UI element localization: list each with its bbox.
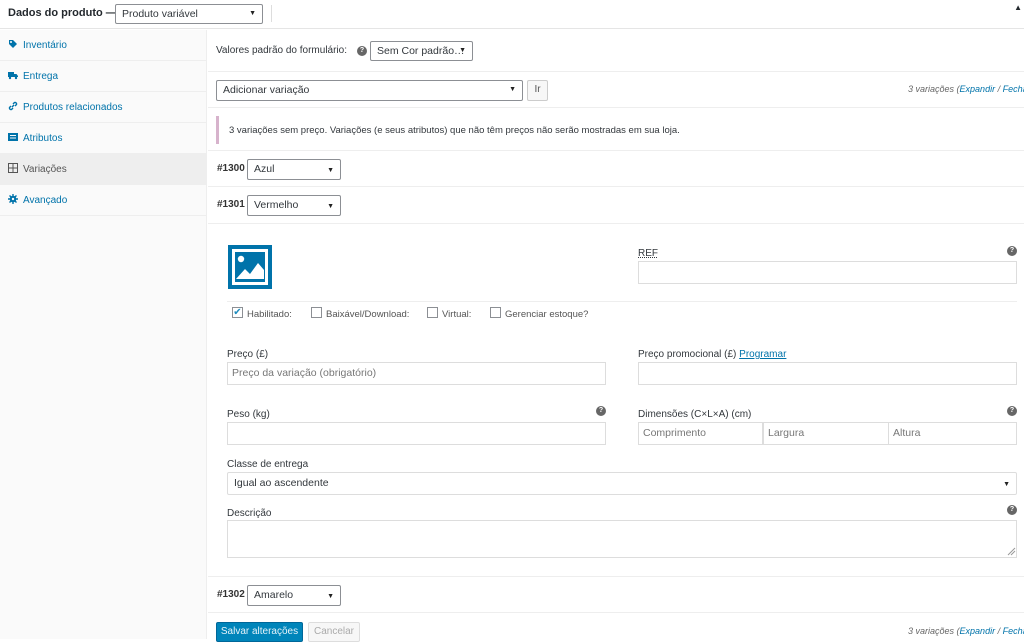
price-input[interactable]: Preço da variação (obrigatório) [227, 362, 606, 385]
shipping-class-select[interactable]: Igual ao ascendente ▼ [227, 472, 1017, 495]
weight-input[interactable] [227, 422, 606, 445]
help-icon[interactable]: ? [1007, 406, 1017, 416]
sale-price-label: Preço promocional (£) [638, 349, 737, 360]
sale-price-label-wrap: Preço promocional (£) Programar [638, 349, 786, 360]
truck-icon [8, 70, 18, 80]
header-divider [271, 5, 272, 22]
sidebar-item-label: Avançado [23, 195, 68, 206]
sidebar-item-shipping[interactable]: Entrega [0, 61, 207, 92]
variations-count-footer: 3 variações (Expandir / Fechar) [908, 626, 1024, 636]
product-data-tabs: Inventário Entrega Produtos relacionados… [0, 30, 207, 639]
dimensions-label: Dimensões (C×L×A) (cm) [638, 409, 752, 420]
options-divider [227, 301, 1017, 302]
manage-stock-label: Gerenciar estoque? [505, 309, 589, 320]
sidebar-item-label: Atributos [23, 133, 63, 144]
expand-close-separator: / [997, 626, 1001, 636]
description-label: Descrição [227, 508, 272, 519]
image-placeholder-icon[interactable] [228, 245, 272, 289]
shipping-class-value: Igual ao ascendente [234, 477, 329, 489]
schedule-link[interactable]: Programar [739, 349, 786, 360]
width-input[interactable]: Largura [763, 422, 889, 445]
enabled-label: Habilitado: [247, 309, 292, 320]
product-type-value: Produto variável [122, 8, 198, 20]
tag-icon [8, 39, 18, 49]
product-data-title: Dados do produto — [8, 7, 117, 19]
manage-stock-checkbox[interactable] [490, 307, 501, 318]
variations-count: 3 variações (Expandir / Fechar) [908, 84, 1024, 94]
sidebar-item-variations[interactable]: Variações [0, 154, 207, 185]
variations-count-text: 3 variações [908, 84, 955, 94]
height-input[interactable]: Altura [888, 422, 1017, 445]
help-icon[interactable]: ? [596, 406, 606, 416]
sidebar-item-advanced[interactable]: Avançado [0, 185, 207, 216]
variation-color-value: Azul [254, 163, 275, 175]
list-icon [8, 132, 18, 142]
sidebar-item-inventory[interactable]: Inventário [0, 30, 207, 61]
chevron-down-icon: ▼ [327, 593, 334, 600]
variation-id: #1302 [217, 589, 245, 600]
variation-id: #1300 [217, 163, 245, 174]
price-label: Preço (£) [227, 349, 269, 360]
cancel-button[interactable]: Cancelar [308, 622, 360, 642]
sku-label: REF [638, 248, 658, 259]
chevron-down-icon: ▼ [459, 47, 466, 54]
add-variation-select[interactable]: Adicionar variação ▼ [216, 80, 523, 101]
sidebar-item-label: Produtos relacionados [23, 102, 123, 113]
expand-close-separator: / [997, 84, 1001, 94]
grid-icon [8, 163, 18, 173]
variation-color-select[interactable]: Vermelho ▼ [247, 195, 341, 216]
variations-count-text: 3 variações [908, 626, 955, 636]
go-button[interactable]: Ir [527, 80, 548, 101]
help-icon[interactable]: ? [1007, 246, 1017, 256]
notice-text: 3 variações sem preço. Variações (e seus… [229, 125, 680, 136]
close-all-link[interactable]: Fechar [1003, 626, 1024, 636]
description-textarea[interactable] [227, 520, 1017, 558]
virtual-label: Virtual: [442, 309, 472, 320]
variation-id: #1301 [217, 199, 245, 210]
sku-input[interactable] [638, 261, 1017, 284]
expand-all-link[interactable]: Expandir [960, 84, 996, 94]
close-all-link[interactable]: Fechar [1003, 84, 1024, 94]
resize-handle-icon[interactable] [1007, 547, 1016, 556]
default-color-value: Sem Cor padrão… [377, 45, 465, 57]
downloadable-checkbox[interactable] [311, 307, 322, 318]
default-color-select[interactable]: Sem Cor padrão… ▼ [370, 41, 473, 61]
sale-price-input[interactable] [638, 362, 1017, 385]
sidebar-item-linked-products[interactable]: Produtos relacionados [0, 92, 207, 123]
gear-icon [8, 194, 18, 204]
help-icon[interactable]: ? [357, 46, 367, 56]
add-variation-value: Adicionar variação [223, 84, 310, 96]
weight-label: Peso (kg) [227, 409, 270, 420]
default-values-label: Valores padrão do formulário: [216, 45, 347, 56]
enabled-checkbox[interactable]: ✔ [232, 307, 243, 318]
chevron-down-icon: ▼ [327, 203, 334, 210]
no-price-notice: 3 variações sem preço. Variações (e seus… [216, 116, 1024, 144]
variation-color-select[interactable]: Amarelo ▼ [247, 585, 341, 606]
sidebar-item-attributes[interactable]: Atributos [0, 123, 207, 154]
downloadable-label: Baixável/Download: [326, 309, 410, 320]
shipping-class-label: Classe de entrega [227, 459, 309, 470]
variation-color-value: Vermelho [254, 199, 299, 211]
sidebar-item-label: Variações [23, 164, 67, 175]
sidebar-item-label: Entrega [23, 71, 59, 82]
expand-all-link[interactable]: Expandir [960, 626, 996, 636]
help-icon[interactable]: ? [1007, 505, 1017, 515]
chevron-down-icon: ▼ [249, 10, 256, 17]
triangle-up-icon[interactable]: ▲ [1014, 3, 1022, 12]
length-input[interactable]: Comprimento [638, 422, 763, 445]
virtual-checkbox[interactable] [427, 307, 438, 318]
variation-color-select[interactable]: Azul ▼ [247, 159, 341, 180]
variation-color-value: Amarelo [254, 589, 294, 601]
product-type-select[interactable]: Produto variável ▼ [115, 4, 263, 24]
chevron-down-icon: ▼ [509, 86, 516, 93]
chevron-down-icon: ▼ [1003, 481, 1010, 488]
chevron-down-icon: ▼ [327, 167, 334, 174]
sidebar-item-label: Inventário [23, 40, 67, 51]
link-icon [8, 101, 18, 111]
save-changes-button[interactable]: Salvar alterações [216, 622, 303, 642]
